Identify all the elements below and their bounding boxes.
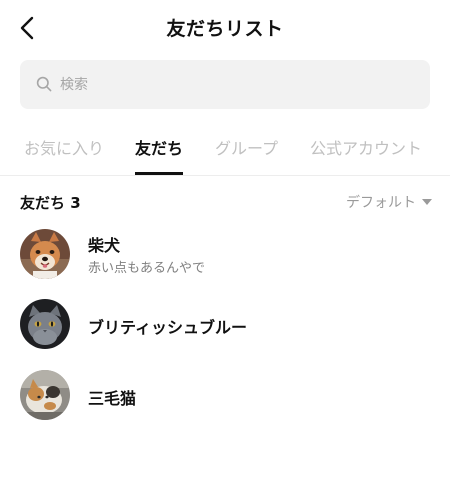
- friend-list-item[interactable]: 柴犬 赤い点もあるんやで: [0, 222, 450, 286]
- header: 友だちリスト: [0, 0, 450, 58]
- friend-count: 友だち 3: [20, 194, 81, 212]
- tab-groups[interactable]: グループ: [215, 135, 278, 159]
- page-title: 友だちリスト: [166, 18, 284, 40]
- sort-dropdown[interactable]: デフォルト: [346, 192, 432, 212]
- friend-list-item[interactable]: 三毛猫: [0, 365, 450, 429]
- caret-down-icon: [422, 199, 432, 205]
- calico-cat-photo: [20, 370, 70, 420]
- search-bar[interactable]: [20, 60, 430, 109]
- friend-status-message: 赤い点もあるんやで: [88, 261, 206, 276]
- friend-name: 柴犬: [88, 236, 121, 255]
- avatar: [20, 299, 70, 349]
- list-header: 友だち 3 デフォルト: [0, 186, 450, 216]
- gray-cat-photo: [20, 299, 70, 349]
- friend-list-item[interactable]: ブリティッシュブルー: [0, 294, 450, 358]
- divider: [0, 175, 450, 176]
- search-icon: [36, 76, 52, 92]
- tab-favorites[interactable]: お気に入り: [24, 135, 104, 159]
- avatar: [20, 370, 70, 420]
- avatar: [20, 229, 70, 279]
- search-input[interactable]: [60, 60, 410, 109]
- tab-friends[interactable]: 友だち: [135, 135, 183, 159]
- friend-name: 三毛猫: [88, 389, 137, 408]
- sort-label: デフォルト: [346, 195, 416, 211]
- shiba-dog-photo: [20, 229, 70, 279]
- tab-bar: お気に入り 友だち グループ 公式アカウント: [0, 125, 450, 175]
- friend-name: ブリティッシュブルー: [88, 318, 248, 337]
- tab-official-accounts[interactable]: 公式アカウント: [310, 135, 422, 159]
